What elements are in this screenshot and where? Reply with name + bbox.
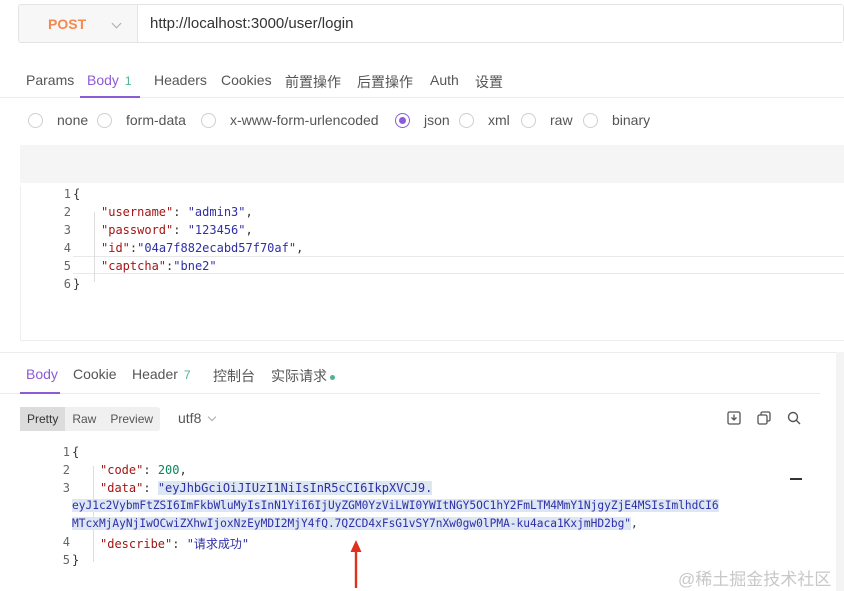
radio-circle	[521, 112, 536, 128]
radio-json[interactable]: json	[395, 112, 450, 128]
resp-tab-body[interactable]: Body	[26, 366, 58, 382]
code-line: }	[72, 553, 80, 567]
radio-urlencoded[interactable]: x-www-form-urlencoded	[201, 112, 379, 128]
line-number: 5	[63, 259, 71, 273]
tab-body-badge: 1	[124, 74, 132, 88]
search-icon[interactable]	[787, 411, 801, 425]
scrollbar-marker	[790, 478, 802, 480]
encoding-select[interactable]: utf8	[178, 410, 217, 426]
code-line: "data": "eyJhbGciOiJIUzI1NiIsInR5cCI6Ikp…	[100, 481, 433, 495]
code-line: "describe": "请求成功"	[100, 537, 250, 551]
right-panel-edge	[836, 352, 844, 591]
radio-xml[interactable]: xml	[459, 112, 510, 128]
radio-label: xml	[488, 112, 510, 128]
chevron-down-icon	[111, 18, 122, 29]
body-type-radio-group: none form-data x-www-form-urlencoded jso…	[0, 112, 844, 134]
radio-form-data[interactable]: form-data	[97, 112, 186, 128]
url-input[interactable]: http://localhost:3000/user/login	[138, 5, 843, 42]
active-resp-tab-indicator	[20, 392, 60, 394]
line-number: 2	[63, 205, 71, 219]
view-preview[interactable]: Preview	[103, 407, 160, 431]
indent-guide	[94, 212, 95, 282]
red-arrow-icon	[350, 540, 362, 588]
code-line: eyJ1c2VybmFtZSI6ImFkbWluMyIsInN1YiI6IjUy…	[72, 499, 719, 512]
tab-post-actions[interactable]: 后置操作	[357, 72, 413, 92]
resp-tab-header-badge: 7	[183, 368, 191, 382]
line-number: 4	[62, 535, 70, 549]
radio-label: binary	[612, 112, 651, 128]
view-mode-switch: Pretty Raw Preview	[20, 407, 161, 431]
code-line: "id":"04a7f882ecabd57f70af",	[101, 241, 304, 255]
code-line: }	[73, 277, 81, 291]
editor-toolbar	[20, 145, 844, 183]
resp-tab-cookie[interactable]: Cookie	[73, 366, 117, 382]
resp-tab-actual-request[interactable]: 实际请求	[271, 366, 335, 386]
radio-label: form-data	[126, 112, 186, 128]
method-select[interactable]: POST	[19, 5, 138, 42]
url-bar: POST http://localhost:3000/user/login	[18, 4, 844, 43]
response-tabs: Body Cookie Header 7 控制台 实际请求	[0, 364, 820, 394]
line-number: 4	[63, 241, 71, 255]
chevron-down-icon	[208, 412, 217, 422]
code-line: MTcxMjAyNjIwOCwiZXhwIjoxNzEyMDI2MjY4fQ.7…	[72, 517, 638, 530]
response-divider	[0, 352, 844, 353]
watermark: @稀土掘金技术社区	[678, 570, 832, 589]
radio-circle	[583, 112, 598, 128]
line-number: 6	[63, 277, 71, 291]
method-label: POST	[48, 15, 87, 32]
indent-guide	[93, 466, 94, 562]
token-value: "eyJhbGciOiJIUzI1NiIsInR5cCI6IkpXVCJ9.	[157, 481, 433, 495]
code-line: "username": "admin3",	[101, 205, 253, 219]
radio-none[interactable]: none	[28, 112, 88, 128]
line-number: 1	[63, 187, 71, 201]
code-line: "password": "123456",	[101, 223, 253, 237]
tab-body-label: Body	[87, 72, 119, 88]
view-pretty[interactable]: Pretty	[20, 407, 66, 431]
tab-headers[interactable]: Headers	[154, 72, 207, 88]
tab-params[interactable]: Params	[26, 72, 74, 88]
resp-tab-header[interactable]: Header 7	[132, 366, 191, 382]
tab-pre-actions[interactable]: 前置操作	[285, 72, 341, 92]
radio-label: raw	[550, 112, 573, 128]
resp-tab-console[interactable]: 控制台	[213, 366, 255, 386]
resp-tab-header-label: Header	[132, 366, 178, 382]
radio-label: x-www-form-urlencoded	[230, 112, 379, 128]
radio-raw[interactable]: raw	[521, 112, 573, 128]
radio-circle	[395, 112, 410, 128]
tab-settings[interactable]: 设置	[475, 72, 503, 92]
status-dot	[330, 374, 335, 380]
tab-auth[interactable]: Auth	[430, 72, 459, 88]
download-icon[interactable]	[727, 411, 741, 425]
line-number: 1	[62, 445, 70, 459]
active-tab-indicator	[80, 96, 140, 98]
radio-circle	[201, 112, 216, 128]
token-value: MTcxMjAyNjIwOCwiZXhwIjoxNzEyMDI2MjY4fQ.7…	[72, 517, 632, 530]
radio-label: json	[424, 112, 450, 128]
line-number: 3	[62, 481, 70, 495]
line-number: 2	[62, 463, 70, 477]
request-body-editor[interactable]: 1 2 3 4 5 6 { "username": "admin3", "pas…	[20, 186, 844, 341]
line-number: 3	[63, 223, 71, 237]
line-number: 5	[62, 553, 70, 567]
encoding-label: utf8	[178, 410, 202, 426]
code-line: "captcha":"bne2"	[101, 259, 217, 273]
radio-circle	[97, 112, 112, 128]
resp-tab-actual-request-label: 实际请求	[271, 368, 327, 384]
code-line: {	[73, 187, 81, 201]
tab-body[interactable]: Body 1	[87, 72, 132, 88]
radio-label: none	[57, 112, 89, 128]
radio-binary[interactable]: binary	[583, 112, 650, 128]
request-tabs: Params Body 1 Headers Cookies 前置操作 后置操作 A…	[0, 62, 844, 98]
token-value: eyJ1c2VybmFtZSI6ImFkbWluMyIsInN1YiI6IjUy…	[72, 499, 719, 512]
tab-cookies[interactable]: Cookies	[221, 72, 272, 88]
copy-icon[interactable]	[757, 411, 771, 425]
code-line: "code": 200,	[100, 463, 187, 477]
radio-circle	[459, 112, 474, 128]
view-raw[interactable]: Raw	[65, 407, 103, 431]
radio-circle	[28, 112, 43, 128]
code-line: {	[72, 445, 80, 459]
